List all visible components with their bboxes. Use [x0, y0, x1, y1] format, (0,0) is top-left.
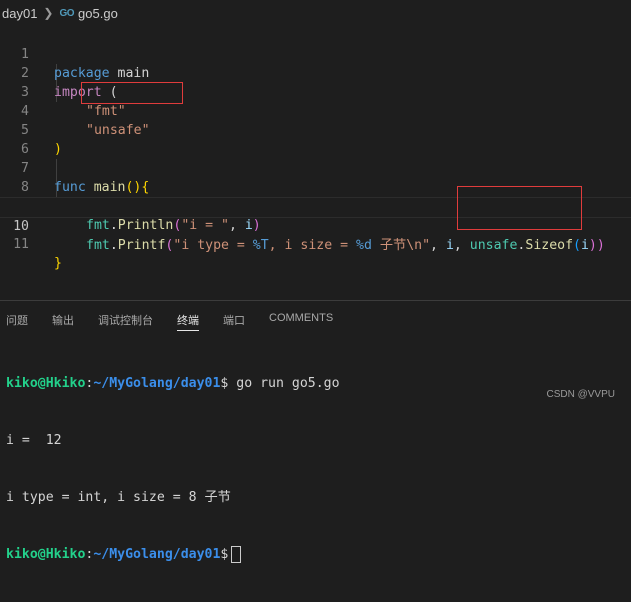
terminal-line: i type = int, i size = 8 子节	[6, 488, 340, 507]
tab-comments[interactable]: COMMENTS	[269, 312, 333, 324]
code-line: 2 import (	[0, 45, 631, 100]
tab-ports[interactable]: 端口	[223, 312, 245, 328]
variable: i	[580, 238, 589, 253]
code-text: (	[573, 238, 581, 253]
highlight-box-unsafe-import	[81, 82, 183, 104]
prompt-separator: :	[85, 547, 94, 562]
code-editor[interactable]: 1 package main 2 import ( 3 "fmt" 4 "uns…	[0, 26, 631, 298]
prompt-user: kiko@Hkiko	[6, 376, 86, 391]
string-literal: 子节\n"	[371, 238, 431, 253]
code-line: 6	[0, 121, 631, 157]
tab-debug-console[interactable]: 调试控制台	[98, 312, 153, 328]
code-line: 5 )	[0, 102, 631, 157]
terminal-line: kiko@Hkiko:~/MyGolang/day01$	[6, 545, 340, 564]
code-text: .	[109, 238, 118, 253]
tab-problems[interactable]: 问题	[6, 312, 28, 328]
code-text: ,	[453, 238, 470, 253]
terminal-command: go run go5.go	[228, 376, 340, 391]
active-tab-underline	[177, 330, 199, 331]
package-name: unsafe	[469, 238, 518, 253]
function-name: Printf	[117, 238, 166, 253]
variable: i	[445, 238, 454, 253]
panel-tabs: 问题 输出 调试控制台 终端 端口 COMMENTS	[0, 301, 631, 337]
format-verb: %d	[356, 238, 372, 253]
function-name: Sizeof	[525, 238, 574, 253]
code-line: 8 var i = 12	[0, 159, 631, 214]
terminal-output[interactable]: kiko@Hkiko:~/MyGolang/day01$ go run go5.…	[6, 336, 340, 602]
code-text: ))	[588, 238, 605, 253]
code-text: }	[54, 256, 62, 271]
highlight-box-sizeof-call	[457, 186, 582, 230]
breadcrumb-file[interactable]: go5.go	[78, 6, 118, 21]
terminal-line: i = 12	[6, 431, 340, 450]
string-literal: , i size =	[268, 238, 357, 253]
tab-output[interactable]: 输出	[52, 312, 74, 328]
tab-terminal[interactable]: 终端	[177, 312, 199, 331]
code-text: ,	[430, 238, 446, 253]
string-literal: "i type =	[173, 238, 253, 253]
breadcrumb: day01 ❯ GO go5.go	[0, 0, 631, 26]
format-verb: %T	[252, 238, 269, 253]
code-line: 7 func main(){	[0, 140, 631, 195]
terminal-cursor	[231, 545, 242, 563]
tab-terminal-label: 终端	[177, 315, 199, 327]
code-line: 3 "fmt"	[0, 64, 631, 119]
prompt-path: ~/MyGolang/day01	[93, 376, 221, 391]
terminal-line: kiko@Hkiko:~/MyGolang/day01$ go run go5.…	[6, 374, 340, 393]
bottom-panel: 问题 输出 调试控制台 终端 端口 COMMENTS kiko@Hkiko:~/…	[0, 300, 631, 563]
breadcrumb-folder[interactable]: day01	[0, 6, 37, 21]
watermark: CSDN @VVPU	[546, 389, 616, 400]
terminal-output-line: i type = int, i size = 8 子节	[6, 490, 231, 505]
prompt-path: ~/MyGolang/day01	[93, 547, 221, 562]
prompt-user: kiko@Hkiko	[6, 547, 86, 562]
code-line: 1 package main	[0, 26, 631, 81]
chevron-right-icon: ❯	[43, 6, 54, 20]
prompt-dollar: $	[220, 547, 229, 562]
go-file-icon: GO	[59, 7, 75, 19]
terminal-output-line: i = 12	[6, 433, 62, 448]
line-number: 11	[13, 237, 29, 252]
package-name: fmt	[86, 238, 110, 253]
